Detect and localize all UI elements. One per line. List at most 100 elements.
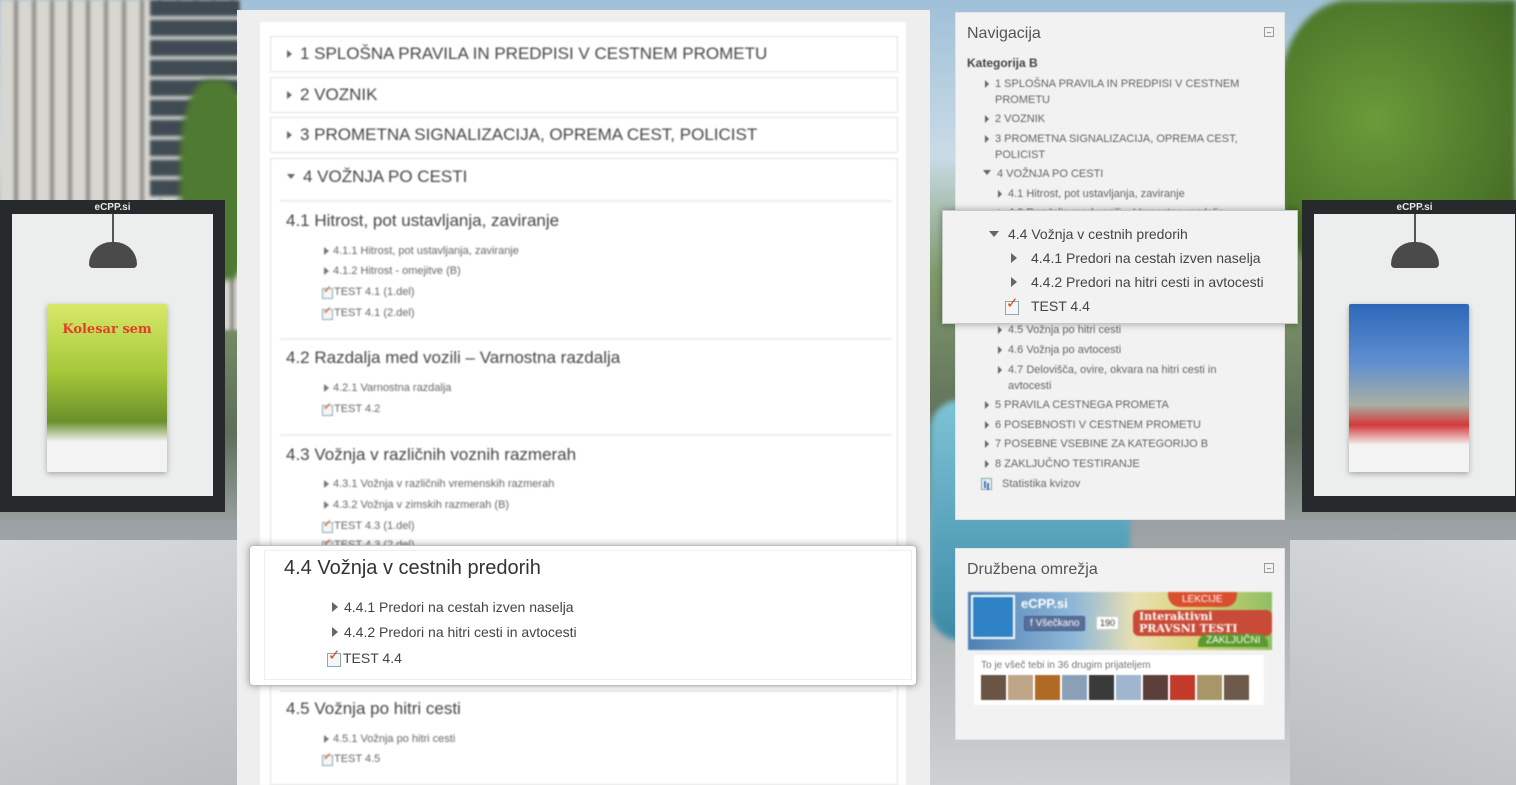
nav-item[interactable]: 2 VOZNIK xyxy=(985,111,1045,127)
section-1[interactable]: 1 SPLOŠNA PRAVILA IN PREDPISI V CESTNEM … xyxy=(270,36,898,72)
quiz-icon xyxy=(322,517,333,533)
caret-right-icon xyxy=(324,735,329,743)
quiz-link[interactable]: TEST 4.3 (1.del) xyxy=(322,517,415,533)
subsection-title[interactable]: 4.2 Razdalja med vozili – Varnostna razd… xyxy=(286,348,620,368)
nav-item[interactable]: 4.5 Vožnja po hitri cesti xyxy=(998,322,1121,338)
quiz-label: TEST 4.2 xyxy=(334,403,381,415)
nav-item-label: 6 POSEBNOSTI V CESTNEM PROMETU xyxy=(995,419,1201,431)
friend-avatar[interactable] xyxy=(1197,675,1222,700)
caret-right-icon xyxy=(998,326,1002,334)
kiosk-right-screen xyxy=(1314,214,1515,496)
friend-avatar[interactable] xyxy=(1224,675,1249,700)
facebook-page-name[interactable]: eCPP.si xyxy=(1021,596,1068,611)
caret-right-icon xyxy=(985,421,989,429)
quiz-icon xyxy=(1005,294,1020,315)
friend-avatar[interactable] xyxy=(1089,675,1114,700)
nav-item[interactable]: 4.6 Vožnja po avtocesti xyxy=(998,342,1121,358)
friend-avatar[interactable] xyxy=(1008,675,1033,700)
friend-avatar[interactable] xyxy=(1062,675,1087,700)
nav-item-4-4-1[interactable]: 4.4.1 Predori na cestah izven naselja xyxy=(1011,250,1261,266)
nav-item-label: 4.4.1 Predori na cestah izven naselja xyxy=(1031,250,1261,266)
like-label: Všečkano xyxy=(1035,618,1080,629)
caret-right-icon xyxy=(324,247,329,255)
subsection-title[interactable]: 4.5 Vožnja po hitri cesti xyxy=(286,699,461,719)
lesson-link[interactable]: 4.3.2 Vožnja v zimskih razmerah (B) xyxy=(324,499,509,511)
nav-item-test-4-4[interactable]: TEST 4.4 xyxy=(1005,294,1090,315)
lesson-label: 4.4.1 Predori na cestah izven naselja xyxy=(344,599,574,615)
friend-avatar[interactable] xyxy=(1035,675,1060,700)
caret-right-icon xyxy=(324,384,329,392)
nav-item-label: Statistika kvizov xyxy=(1002,478,1081,490)
separator xyxy=(280,690,892,692)
lesson-link[interactable]: 4.3.1 Vožnja v različnih vremenskih razm… xyxy=(324,478,554,490)
nav-item[interactable]: 3 PROMETNA SIGNALIZACIJA, OPREMA CEST, P… xyxy=(985,131,1260,163)
nav-item-label: 8 ZAKLJUČNO TESTIRANJE xyxy=(995,458,1140,470)
quiz-label: TEST 4.3 (1.del) xyxy=(334,520,415,532)
subsection-title[interactable]: 4.1 Hitrost, pot ustavljanja, zaviranje xyxy=(286,211,559,231)
caret-down-icon xyxy=(983,170,991,175)
lamp-cord xyxy=(1413,214,1416,244)
nav-item-label: 4.4 Vožnja v cestnih predorih xyxy=(1008,226,1188,242)
section-3[interactable]: 3 PROMETNA SIGNALIZACIJA, OPREMA CEST, P… xyxy=(270,117,898,153)
nav-item-4-4-2[interactable]: 4.4.2 Predori na hitri cesti in avtocest… xyxy=(1011,274,1264,290)
quiz-link[interactable]: TEST 4.1 (1.del) xyxy=(322,283,415,299)
subsection-title[interactable]: 4.4 Vožnja v cestnih predorih xyxy=(284,557,541,580)
caret-right-icon xyxy=(332,627,338,637)
nav-item[interactable]: 5 PRAVILA CESTNEGA PROMETA xyxy=(985,397,1169,413)
caret-right-icon xyxy=(287,91,292,99)
nav-root-item[interactable]: Kategorija B xyxy=(967,56,1038,70)
section-2[interactable]: 2 VOZNIK xyxy=(270,77,898,113)
nav-item[interactable]: 4.1 Hitrost, pot ustavljanja, zaviranje xyxy=(998,186,1185,202)
lesson-label: 4.3.1 Vožnja v različnih vremenskih razm… xyxy=(333,478,555,490)
friend-avatar[interactable] xyxy=(1143,675,1168,700)
section-4[interactable]: 4 VOŽNJA PO CESTI xyxy=(270,158,898,194)
promo-lekcije: LEKCIJE xyxy=(1168,592,1237,607)
lesson-link[interactable]: 4.2.1 Varnostna razdalja xyxy=(324,382,451,394)
poster-kolesar: Kolesar sem xyxy=(47,304,167,472)
separator xyxy=(280,434,892,436)
nav-item[interactable]: 4.7 Delovišča, ovire, okvara na hitri ce… xyxy=(998,362,1248,394)
collapse-icon[interactable] xyxy=(1264,563,1274,573)
nav-item-label: 4 VOŽNJA PO CESTI xyxy=(997,168,1104,180)
nav-item-label: 4.7 Delovišča, ovire, okvara na hitri ce… xyxy=(1008,364,1217,392)
quiz-link[interactable]: TEST 4.5 xyxy=(322,750,381,766)
friend-avatar[interactable] xyxy=(981,675,1006,700)
nav-item[interactable]: 1 SPLOŠNA PRAVILA IN PREDPISI V CESTNEM … xyxy=(985,76,1255,108)
quiz-link[interactable]: TEST 4.4 xyxy=(327,646,402,667)
section-label: 3 PROMETNA SIGNALIZACIJA, OPREMA CEST, P… xyxy=(300,125,758,144)
lesson-label: 4.3.2 Vožnja v zimskih razmerah (B) xyxy=(333,499,510,511)
lesson-link[interactable]: 4.1.2 Hitrost - omejitve (B) xyxy=(324,265,461,277)
subsection-title[interactable]: 4.3 Vožnja v različnih voznih razmerah xyxy=(286,445,576,465)
quiz-label: TEST 4.1 (1.del) xyxy=(334,286,415,298)
nav-item[interactable]: 6 POSEBNOSTI V CESTNEM PROMETU xyxy=(985,417,1201,433)
friend-avatar[interactable] xyxy=(1170,675,1195,700)
section-label: 1 SPLOŠNA PRAVILA IN PREDPISI V CESTNEM … xyxy=(300,44,768,63)
facebook-banner[interactable]: eCPP.si f Všečkano 190 Interaktivni PRAV… xyxy=(968,592,1272,650)
caret-right-icon xyxy=(332,602,338,612)
nav-item[interactable]: 8 ZAKLJUČNO TESTIRANJE xyxy=(985,456,1140,472)
nav-item-4-4[interactable]: 4.4 Vožnja v cestnih predorih xyxy=(989,226,1188,242)
nav-item-label: 7 POSEBNE VSEBINE ZA KATEGORIJO B xyxy=(995,438,1209,450)
promo-zakljucni: ZAKLJUČNI xyxy=(1198,634,1269,647)
caret-right-icon xyxy=(998,346,1002,354)
nav-item-statistics[interactable]: Statistika kvizov xyxy=(981,476,1080,492)
friend-avatar[interactable] xyxy=(1116,675,1141,700)
lesson-label: 4.4.2 Predori na hitri cesti in avtocest… xyxy=(344,624,577,640)
lesson-link[interactable]: 4.4.1 Predori na cestah izven naselja xyxy=(332,599,574,615)
lesson-link[interactable]: 4.5.1 Vožnja po hitri cesti xyxy=(324,733,455,745)
quiz-link[interactable]: TEST 4.1 (2.del) xyxy=(322,304,415,320)
facebook-like-button[interactable]: f Všečkano xyxy=(1024,616,1086,631)
caret-right-icon xyxy=(1011,253,1017,263)
quiz-link[interactable]: TEST 4.2 xyxy=(322,400,381,416)
lesson-link[interactable]: 4.1.1 Hitrost, pot ustavljanja, zaviranj… xyxy=(324,245,519,257)
quiz-label: TEST 4.5 xyxy=(334,753,381,765)
collapse-icon[interactable] xyxy=(1264,27,1274,37)
focused-nav-4-4: 4.4 Vožnja v cestnih predorih 4.4.1 Pred… xyxy=(942,210,1298,324)
quiz-icon xyxy=(322,304,333,320)
nav-item[interactable]: 7 POSEBNE VSEBINE ZA KATEGORIJO B xyxy=(985,436,1208,452)
lesson-link[interactable]: 4.4.2 Predori na hitri cesti in avtocest… xyxy=(332,624,577,640)
nav-item-label: 3 PROMETNA SIGNALIZACIJA, OPREMA CEST, P… xyxy=(995,133,1238,161)
section-label: 4 VOŽNJA PO CESTI xyxy=(303,166,468,186)
caret-right-icon xyxy=(985,401,989,409)
nav-item[interactable]: 4 VOŽNJA PO CESTI xyxy=(983,166,1103,182)
